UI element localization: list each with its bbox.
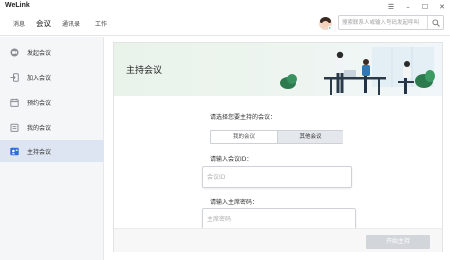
search-button[interactable] <box>427 16 443 29</box>
sidebar-item-host-meeting[interactable]: 主持会议 <box>0 140 104 162</box>
sidebar-item-label: 主持会议 <box>27 149 52 156</box>
search-input[interactable] <box>342 17 426 28</box>
page-title: 主持会议 <box>126 66 163 76</box>
sidebar-item-label: 发起会议 <box>27 50 52 57</box>
select-prompt: 请选择您要主持的会议： <box>210 114 277 121</box>
banner: 主持会议 <box>114 43 442 96</box>
menu-icon[interactable]: ☰ <box>383 0 399 14</box>
join-arrow-icon <box>10 73 19 82</box>
meeting-id-label: 请输入会议ID： <box>210 156 253 163</box>
maximize-icon[interactable]: ☐ <box>417 0 433 14</box>
host-password-field-box <box>202 208 356 230</box>
host-meeting-icon <box>10 147 19 156</box>
sidebar-item-label: 我的会议 <box>27 125 52 132</box>
meeting-illustration <box>280 47 435 95</box>
panel-footer: 开始主持 <box>114 228 442 252</box>
sidebar-item-schedule-meeting[interactable]: 预约会议 <box>0 91 104 113</box>
host-meeting-panel: 主持会议 请选择您要主持的会议： 我的会议 其他会议 请输入会议ID： 会议ID… <box>113 42 443 252</box>
start-hosting-button[interactable]: 开始主持 <box>366 235 430 249</box>
search-icon <box>432 19 440 27</box>
tab-messages[interactable]: 消息 <box>13 19 25 28</box>
segment-other-meetings[interactable]: 其他会议 <box>277 131 343 143</box>
sidebar-item-join-meeting[interactable]: 加入会议 <box>0 66 104 88</box>
segment-my-meetings[interactable]: 我的会议 <box>211 131 277 143</box>
meeting-id-field-box <box>202 166 352 188</box>
my-meetings-icon <box>10 123 19 132</box>
online-status-icon <box>328 26 332 30</box>
sidebar-item-label: 预约会议 <box>27 100 52 107</box>
host-password-label: 请输入主席密码： <box>210 199 259 206</box>
sidebar: 发起会议 加入会议 预约会议 我的会议 主持会议 <box>0 37 104 260</box>
avatar[interactable] <box>319 17 332 30</box>
sidebar-item-label: 加入会议 <box>27 75 52 82</box>
title-bar: WeLink ☰ – ☐ ✕ <box>0 0 450 14</box>
close-icon[interactable]: ✕ <box>434 0 450 14</box>
tab-contacts[interactable]: 通讯录 <box>62 19 80 28</box>
calendar-icon <box>10 98 19 107</box>
meeting-id-field[interactable] <box>207 172 337 183</box>
video-call-icon <box>10 48 19 57</box>
sidebar-item-start-meeting[interactable]: 发起会议 <box>0 41 104 63</box>
app-title: WeLink <box>5 2 30 9</box>
sidebar-item-my-meetings[interactable]: 我的会议 <box>0 116 104 138</box>
search-box <box>338 15 444 30</box>
tab-meetings[interactable]: 会议 <box>36 18 51 29</box>
tab-work[interactable]: 工作 <box>95 19 107 28</box>
minimize-icon[interactable]: – <box>400 0 416 14</box>
host-password-field[interactable] <box>207 214 337 225</box>
meeting-type-selector: 我的会议 其他会议 <box>210 130 343 144</box>
